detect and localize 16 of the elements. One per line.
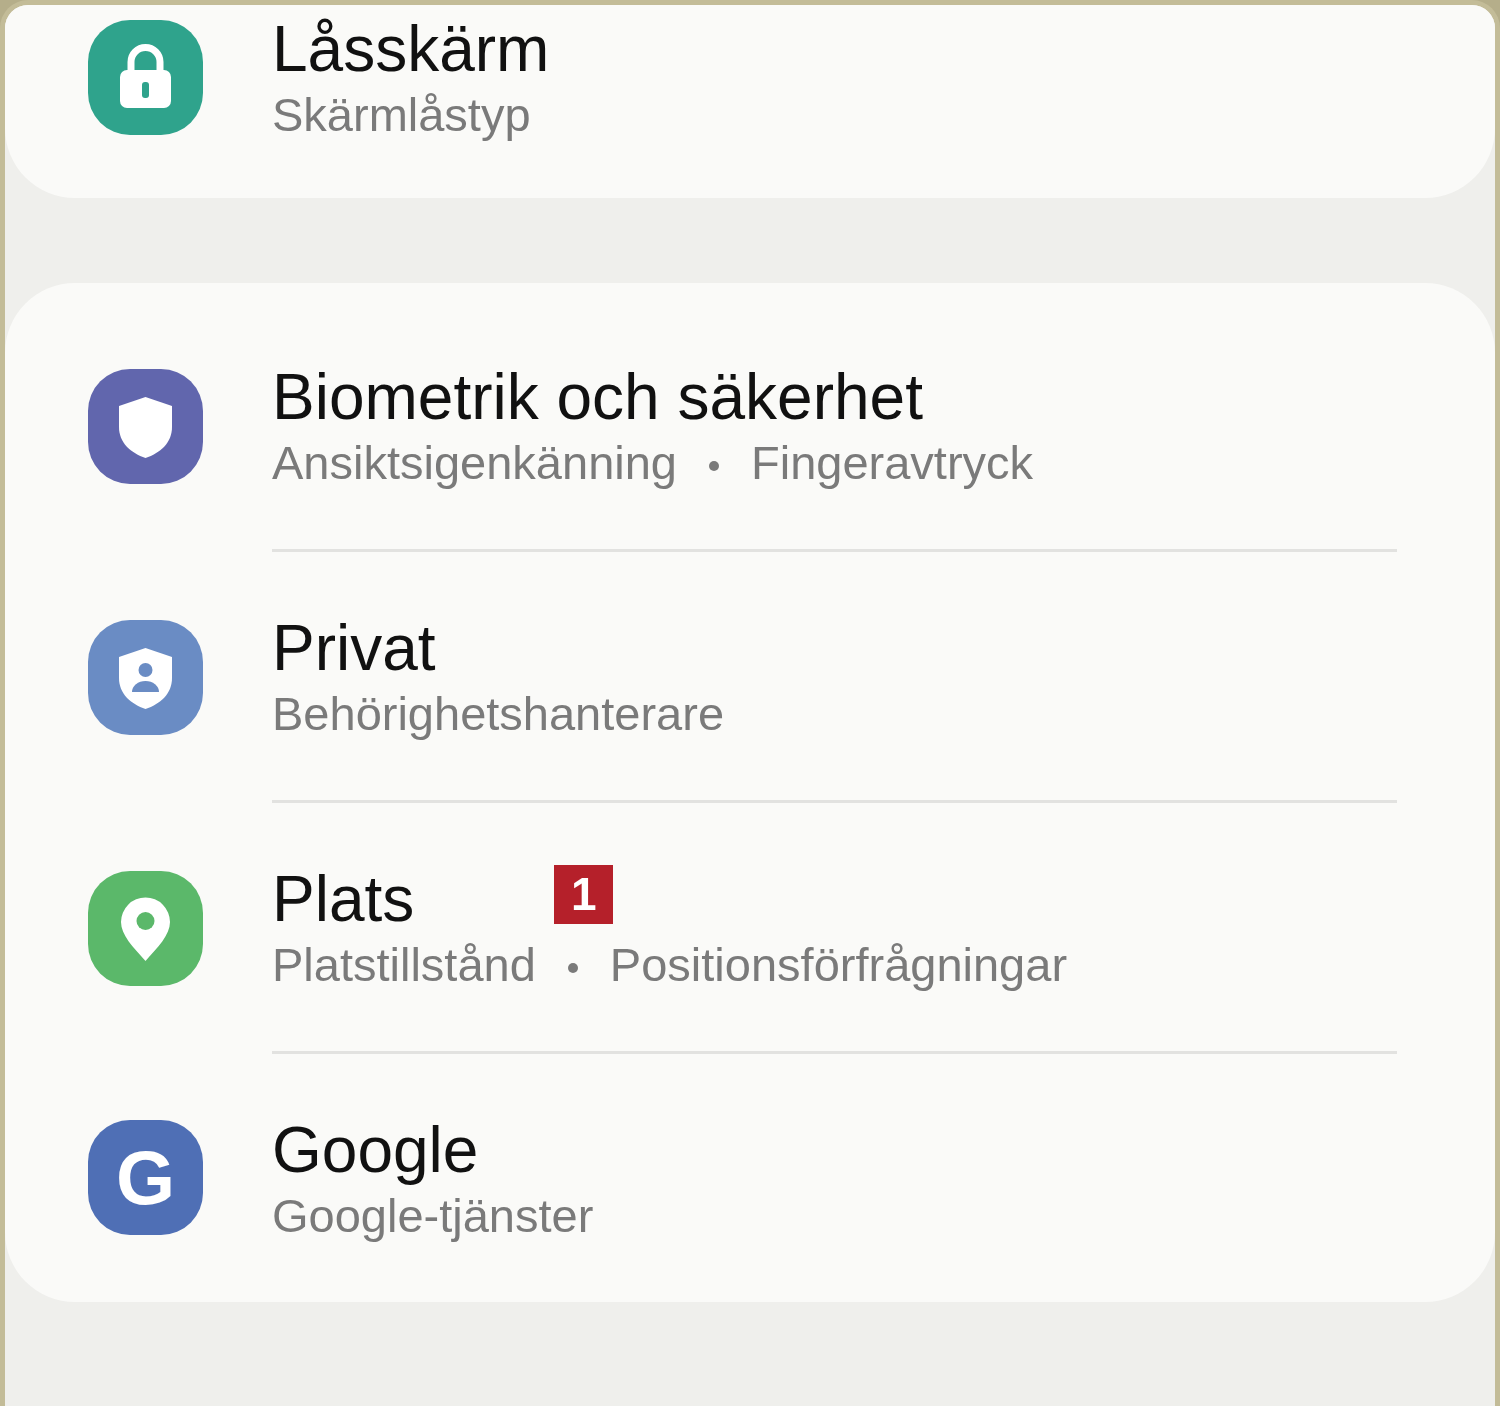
setting-subtitle: Skärmlåstyp (272, 87, 531, 141)
setting-subtitle: Positionsförfrågningar (609, 937, 1068, 991)
setting-title[interactable]: Biometrik och säkerhet (272, 361, 923, 433)
setting-subtitle: Fingeravtryck (751, 435, 1034, 489)
number-badge: 1 (554, 864, 614, 924)
setting-subtitle: Ansiktsigenkänning (272, 435, 677, 489)
letter-icon: G (88, 1120, 203, 1236)
separator-dot (709, 461, 719, 472)
setting-title[interactable]: Låsskärm (272, 13, 550, 85)
setting-title[interactable]: Plats (272, 862, 415, 935)
setting-title[interactable]: Google (272, 1113, 479, 1186)
setting-subtitle: Platstillstånd (272, 937, 536, 991)
setting-subtitle: Google-tjänster (272, 1188, 594, 1242)
separator-dot (567, 963, 578, 974)
setting-title[interactable]: Privat (272, 611, 436, 684)
setting-subtitle: Behörighetshanterare (272, 686, 725, 740)
